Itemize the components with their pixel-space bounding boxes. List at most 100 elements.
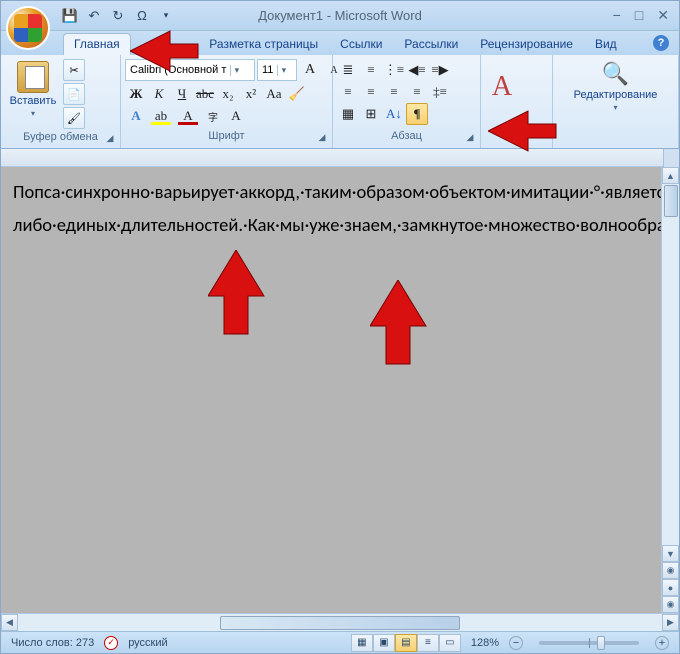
document-body[interactable]: Попса·синхронно·варьирует·аккорд,·таким·…: [1, 167, 661, 613]
paste-label: Вставить: [10, 95, 57, 107]
format-painter-button[interactable]: 🖌: [63, 107, 85, 129]
superscript-button[interactable]: x²: [240, 83, 262, 105]
strikethrough-button[interactable]: abc: [194, 83, 216, 105]
font-name-combo[interactable]: Calibri (Основной т▾: [125, 59, 255, 81]
maximize-button[interactable]: □: [635, 7, 643, 24]
titlebar: 💾 ↶ ↻ Ω ▾ Документ1 - Microsoft Word − □…: [1, 1, 679, 31]
zoom-in-button[interactable]: +: [655, 636, 669, 650]
borders-button[interactable]: ⊞: [360, 103, 382, 125]
browse-next-button[interactable]: ◉: [662, 596, 679, 613]
vertical-scrollbar[interactable]: ▲ ▼ ◉ ● ◉: [661, 167, 679, 613]
paste-icon: [17, 61, 49, 93]
minimize-button[interactable]: −: [613, 7, 621, 24]
tab-review[interactable]: Рецензирование: [470, 34, 583, 55]
change-case-button[interactable]: Aa: [263, 83, 285, 105]
paragraph-launcher[interactable]: ◢: [464, 132, 476, 144]
tab-view[interactable]: Вид: [585, 34, 627, 55]
redo-icon[interactable]: ↻: [109, 7, 127, 25]
bullets-button[interactable]: ≣: [337, 59, 359, 81]
undo-icon[interactable]: ↶: [85, 7, 103, 25]
cut-button[interactable]: ✂: [63, 59, 85, 81]
zoom-handle[interactable]: [597, 636, 605, 650]
highlight-button[interactable]: ab: [148, 105, 174, 127]
office-button[interactable]: [6, 6, 50, 50]
underline-button[interactable]: Ч: [171, 83, 193, 105]
align-right-button[interactable]: ≡: [383, 81, 405, 103]
language[interactable]: русский: [128, 637, 167, 649]
ribbon-tabs: Главная Вставка Разметка страницы Ссылки…: [1, 31, 679, 55]
zoom-slider[interactable]: [539, 641, 639, 645]
tab-references[interactable]: Ссылки: [330, 34, 392, 55]
shading-button[interactable]: ▦: [337, 103, 359, 125]
find-button[interactable]: 🔍 Редактирование ▾: [588, 59, 644, 114]
sort-button[interactable]: A↓: [383, 103, 405, 125]
line-spacing-button[interactable]: ‡≡: [429, 81, 451, 103]
show-paragraph-marks-button[interactable]: ¶: [406, 103, 428, 125]
enclose-characters-button[interactable]: A: [225, 105, 247, 127]
font-size-combo[interactable]: 11▾: [257, 59, 297, 81]
align-center-button[interactable]: ≡: [360, 81, 382, 103]
zoom-out-button[interactable]: −: [509, 636, 523, 650]
print-layout-view[interactable]: ▦: [351, 634, 373, 652]
scroll-left-button[interactable]: ◀: [1, 614, 18, 631]
ruler-toggle-button[interactable]: [663, 149, 679, 167]
outline-view[interactable]: ≡: [417, 634, 439, 652]
group-editing: 🔍 Редактирование ▾: [553, 55, 679, 148]
clipboard-launcher[interactable]: ◢: [104, 133, 116, 145]
scroll-down-button[interactable]: ▼: [662, 545, 679, 562]
grow-font-button[interactable]: A: [299, 59, 321, 81]
styles-button[interactable]: A Стили: [474, 69, 530, 119]
binoculars-icon: 🔍: [602, 61, 629, 87]
group-styles: A Стили Стили: [481, 55, 553, 148]
font-color-button[interactable]: A: [175, 105, 201, 127]
italic-button[interactable]: К: [148, 83, 170, 105]
tab-home[interactable]: Главная: [63, 33, 131, 55]
window-title: Документ1 - Microsoft Word: [258, 8, 422, 23]
group-clipboard: Вставить ▾ ✂ 📄 🖌 Буфер обмена◢: [1, 55, 121, 148]
zoom-level[interactable]: 128%: [471, 637, 499, 649]
group-clipboard-label: Буфер обмена◢: [3, 131, 118, 146]
draft-view[interactable]: ▭: [439, 634, 461, 652]
statusbar: Число слов: 273 ✓ русский ▦ ▣ ▤ ≡ ▭ 128%…: [1, 631, 679, 653]
paste-button[interactable]: Вставить ▾: [5, 59, 61, 120]
browse-prev-button[interactable]: ◉: [662, 562, 679, 579]
tab-mailings[interactable]: Рассылки: [394, 34, 468, 55]
font-launcher[interactable]: ◢: [316, 132, 328, 144]
increase-indent-button[interactable]: ≡▶: [429, 59, 451, 81]
copy-button[interactable]: 📄: [63, 83, 85, 105]
group-paragraph: ≣ ≡ ⋮≡ ◀≡ ≡▶ ≡ ≡ ≡ ≡ ‡≡ ▦ ⊞ A↓ ¶: [333, 55, 481, 148]
multilevel-list-button[interactable]: ⋮≡: [383, 59, 405, 81]
close-button[interactable]: ✕: [657, 7, 669, 24]
numbering-button[interactable]: ≡: [360, 59, 382, 81]
quick-access-toolbar: 💾 ↶ ↻ Ω ▾: [61, 7, 175, 25]
qat-dropdown-icon[interactable]: ▾: [157, 7, 175, 25]
select-browse-button[interactable]: ●: [662, 579, 679, 596]
language-icon: ✓: [104, 636, 118, 650]
ribbon: Вставить ▾ ✂ 📄 🖌 Буфер обмена◢ Calibri (…: [1, 55, 679, 149]
group-paragraph-label: Абзац◢: [335, 130, 478, 146]
scroll-thumb-v[interactable]: [664, 185, 678, 217]
group-font-label: Шрифт◢: [123, 130, 330, 146]
decrease-indent-button[interactable]: ◀≡: [406, 59, 428, 81]
symbol-icon[interactable]: Ω: [133, 7, 151, 25]
clear-formatting-button[interactable]: 🧹: [286, 83, 308, 105]
text-effects-button[interactable]: A: [125, 105, 147, 127]
bold-button[interactable]: Ж: [125, 83, 147, 105]
group-font: Calibri (Основной т▾ 11▾ A A Ж К Ч abc x…: [121, 55, 333, 148]
word-count[interactable]: Число слов: 273: [11, 637, 94, 649]
subscript-button[interactable]: x₂: [217, 83, 239, 105]
justify-button[interactable]: ≡: [406, 81, 428, 103]
save-icon[interactable]: 💾: [61, 7, 79, 25]
styles-icon: A: [492, 71, 512, 103]
scroll-thumb-h[interactable]: [220, 616, 460, 630]
character-border-button[interactable]: 字: [202, 105, 224, 127]
scroll-right-button[interactable]: ▶: [662, 614, 679, 631]
scroll-up-button[interactable]: ▲: [662, 167, 679, 184]
align-left-button[interactable]: ≡: [337, 81, 359, 103]
tab-page-layout[interactable]: Разметка страницы: [199, 34, 328, 55]
help-icon[interactable]: ?: [653, 35, 669, 51]
horizontal-scrollbar[interactable]: ◀ ▶: [1, 613, 679, 631]
ruler[interactable]: [1, 149, 679, 167]
web-layout-view[interactable]: ▤: [395, 634, 417, 652]
full-screen-view[interactable]: ▣: [373, 634, 395, 652]
